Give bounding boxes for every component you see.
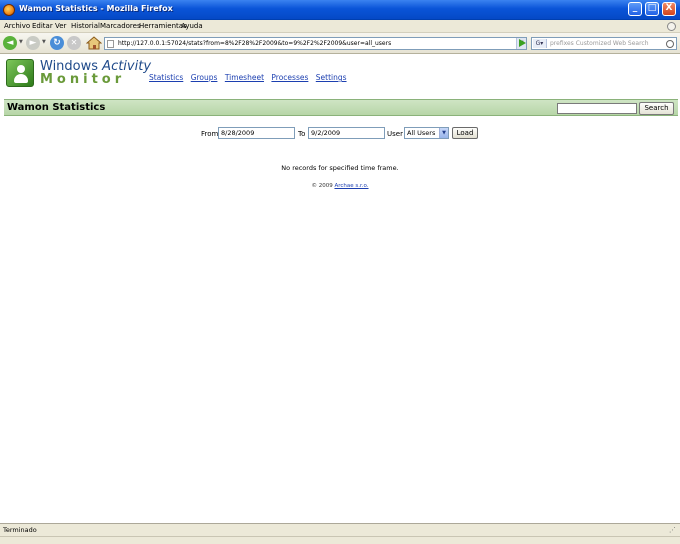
- site-nav: Statistics Groups Timesheet Processes Se…: [149, 73, 352, 82]
- menu-editar[interactable]: Editar: [32, 22, 53, 30]
- app-logo-icon: [6, 59, 34, 87]
- minimize-button[interactable]: _: [628, 2, 642, 16]
- nav-processes[interactable]: Processes: [271, 73, 308, 82]
- back-arrow-icon[interactable]: ◄: [3, 36, 17, 50]
- window-bottom-edge: [0, 536, 680, 544]
- page-icon: [107, 40, 114, 48]
- user-label: User: [387, 130, 403, 138]
- site-search-input[interactable]: [557, 103, 637, 114]
- resize-grip-icon[interactable]: ⋰: [669, 526, 676, 534]
- search-engine-icon[interactable]: G▾: [533, 39, 547, 48]
- user-select[interactable]: All Users ▼: [404, 127, 449, 139]
- from-date-input[interactable]: 8/28/2009: [218, 127, 295, 139]
- browser-search-box[interactable]: G▾ prefixes Customized Web Search: [531, 37, 677, 50]
- navigation-toolbar: ◄ ▼ ► ▼ ↻ ✕ http://127.0.0.1:57024/stats…: [0, 33, 680, 54]
- stop-icon[interactable]: ✕: [67, 36, 81, 50]
- go-arrow-icon[interactable]: [517, 38, 527, 48]
- nav-settings[interactable]: Settings: [316, 73, 347, 82]
- menu-ver[interactable]: Ver: [55, 22, 66, 30]
- load-button[interactable]: Load: [452, 127, 478, 139]
- no-records-message: No records for specified time frame.: [281, 164, 399, 172]
- brand-subtitle: Monitor: [40, 72, 126, 87]
- forward-history-dropdown-icon[interactable]: ▼: [42, 39, 46, 45]
- maximize-button[interactable]: □: [645, 2, 659, 16]
- company-link[interactable]: Archae s.r.o.: [334, 183, 368, 189]
- menu-bar: Archivo Editar Ver Historial Marcadores …: [0, 20, 680, 33]
- search-icon[interactable]: [666, 40, 674, 48]
- status-text: Terminado: [3, 526, 37, 534]
- from-label: From: [201, 130, 219, 138]
- to-label: To: [298, 130, 306, 138]
- to-date-input[interactable]: 9/2/2009: [308, 127, 385, 139]
- address-url[interactable]: http://127.0.0.1:57024/stats?from=8%2F28…: [118, 40, 508, 47]
- menu-herramientas[interactable]: Herramientas: [139, 22, 187, 30]
- address-bar[interactable]: http://127.0.0.1:57024/stats?from=8%2F28…: [104, 37, 527, 50]
- chevron-down-icon[interactable]: ▼: [439, 128, 448, 138]
- page-title: Wamon Statistics: [7, 102, 106, 113]
- forward-arrow-icon[interactable]: ►: [26, 36, 40, 50]
- firefox-icon: [3, 4, 15, 16]
- page-content: Windows Activity Monitor Statistics Grou…: [0, 54, 680, 523]
- nav-groups[interactable]: Groups: [191, 73, 218, 82]
- menu-archivo[interactable]: Archivo: [4, 22, 30, 30]
- menu-ayuda[interactable]: Ayuda: [181, 22, 203, 30]
- window-title: Wamon Statistics - Mozilla Firefox: [19, 4, 173, 13]
- page-header: Wamon Statistics Search: [4, 99, 678, 116]
- back-history-dropdown-icon[interactable]: ▼: [19, 39, 23, 45]
- status-bar: Terminado ⋰: [0, 523, 680, 536]
- home-icon[interactable]: [86, 36, 102, 50]
- window-titlebar: Wamon Statistics - Mozilla Firefox _ □ X: [0, 0, 680, 20]
- throbber-icon: [667, 22, 676, 31]
- user-select-value: All Users: [407, 129, 436, 137]
- footer-copyright: © 2009 Archae s.r.o.: [311, 183, 369, 189]
- menu-marcadores[interactable]: Marcadores: [100, 22, 141, 30]
- close-button[interactable]: X: [662, 2, 676, 16]
- nav-timesheet[interactable]: Timesheet: [225, 73, 264, 82]
- search-button[interactable]: Search: [639, 102, 674, 115]
- reload-icon[interactable]: ↻: [50, 36, 64, 50]
- nav-statistics[interactable]: Statistics: [149, 73, 183, 82]
- search-placeholder: prefixes Customized Web Search: [550, 40, 649, 47]
- menu-historial[interactable]: Historial: [71, 22, 100, 30]
